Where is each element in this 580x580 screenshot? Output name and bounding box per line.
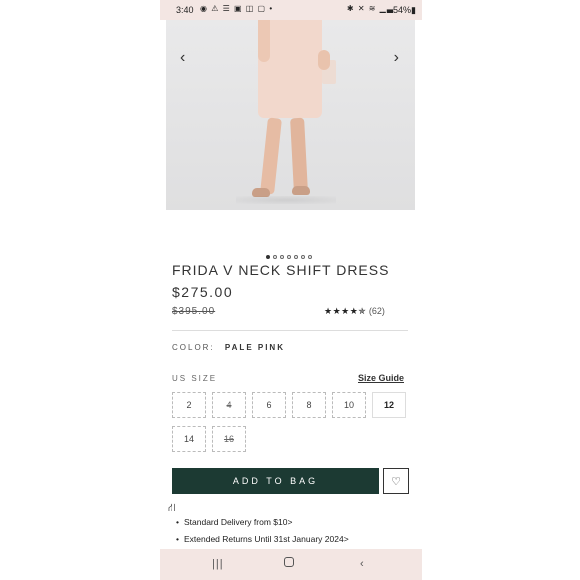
gallery-dot[interactable] [287,255,291,259]
shoe-right-shape [292,186,310,195]
wishlist-button[interactable]: ♡ [383,468,409,494]
size-label: US SIZE [172,374,218,383]
product-image[interactable]: ‹ › [166,20,415,210]
signal-icons: ✱ ✕ ≋ ▁▃ [346,4,394,13]
gallery-dot[interactable] [273,255,277,259]
size-option-8[interactable]: 8 [292,392,326,418]
floor-shadow [236,196,336,204]
color-selection: COLOR: PALE PINK [172,343,285,352]
notification-icons: ◉ ⚠ ☰ ▣ ◫ ▢ • [200,4,274,13]
gallery-dots [266,255,312,261]
size-option-14[interactable]: 14 [172,426,206,452]
size-option-10[interactable]: 10 [332,392,366,418]
phone-screen: 3:40 ◉ ⚠ ☰ ▣ ◫ ▢ • ✱ ✕ ≋ ▁▃ 54%▮ ‹ › FRI… [160,0,422,580]
home-icon[interactable] [284,557,294,567]
status-time: 3:40 [176,5,194,15]
standard-delivery-link[interactable]: Standard Delivery from $10> [176,517,292,527]
size-option-4[interactable]: 4 [212,392,246,418]
product-rating[interactable]: ★★★★✯ (62) [324,306,385,317]
color-value: PALE PINK [224,343,285,352]
size-option-16[interactable]: 16 [212,426,246,452]
size-guide-link[interactable]: Size Guide [358,373,404,383]
arm-shape [258,20,270,62]
product-price: $275.00 [172,284,234,300]
color-label: COLOR: [172,343,215,352]
status-bar: 3:40 ◉ ⚠ ☰ ▣ ◫ ▢ • ✱ ✕ ≋ ▁▃ 54%▮ [160,0,422,20]
gallery-dot[interactable] [266,255,270,259]
gallery-dot[interactable] [301,255,305,259]
add-to-bag-button[interactable]: ADD TO BAG [172,468,379,494]
delivery-icon: ⛙ [168,502,176,514]
size-option-12[interactable]: 12 [372,392,406,418]
extended-returns-link[interactable]: Extended Returns Until 31st January 2024… [176,534,349,544]
review-count: (62) [368,306,385,316]
leg-left-shape [260,117,282,195]
product-title: FRIDA V NECK SHIFT DRESS [172,262,390,278]
gallery-dot[interactable] [280,255,284,259]
system-nav-bar: ||| ‹ [160,549,422,580]
hand-shape [318,50,330,70]
next-image-arrow-icon[interactable]: › [394,50,399,66]
leg-right-shape [290,117,308,193]
size-option-2[interactable]: 2 [172,392,206,418]
battery-indicator: 54%▮ [393,5,416,15]
divider [172,330,408,331]
recent-apps-icon[interactable]: ||| [212,558,224,570]
gallery-dot[interactable] [308,255,312,259]
back-icon[interactable]: ‹ [360,558,364,570]
size-option-6[interactable]: 6 [252,392,286,418]
gallery-dot[interactable] [294,255,298,259]
rating-stars-icon: ★★★★✯ [324,306,367,316]
heart-icon: ♡ [391,475,401,488]
original-price: $395.00 [172,306,216,317]
prev-image-arrow-icon[interactable]: ‹ [180,50,185,66]
